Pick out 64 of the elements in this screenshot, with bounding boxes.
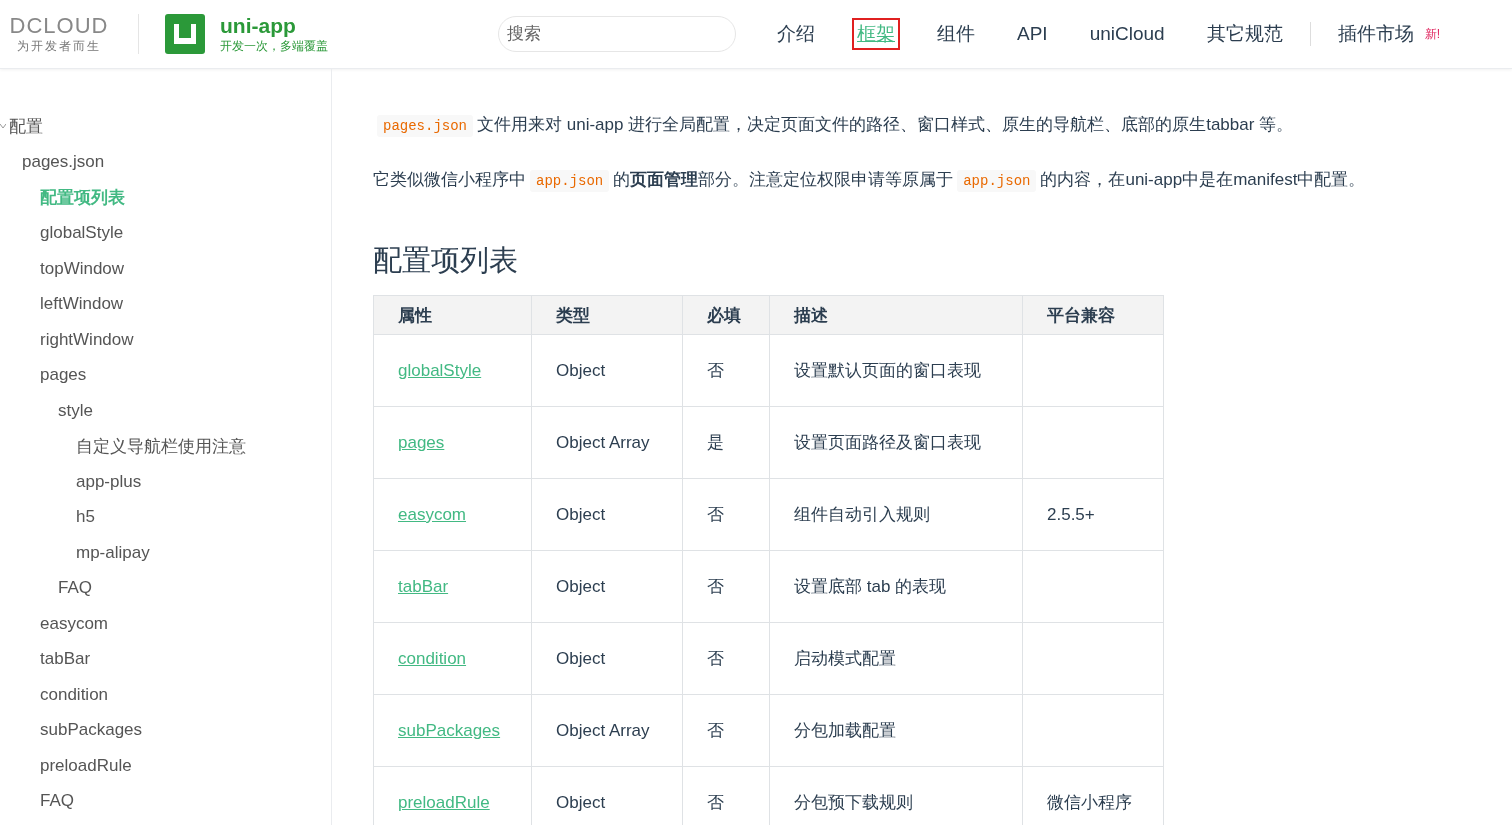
sidebar-item[interactable]: FAQ	[0, 570, 331, 606]
brand-tagline: 为开发者而生	[17, 37, 101, 55]
table-cell: 2.5.5+	[1022, 478, 1164, 551]
sidebar-item[interactable]: pages.json	[0, 144, 331, 180]
sidebar-item[interactable]: style	[0, 393, 331, 429]
nav-link[interactable]: 介绍	[772, 18, 820, 50]
paragraph-text: 它类似微信小程序中	[373, 170, 526, 189]
column-header: 描述	[769, 295, 1023, 335]
search-field[interactable]: 搜索	[498, 16, 736, 52]
table-cell: 否	[682, 334, 770, 407]
sidebar-item[interactable]: mp-alipay	[0, 535, 331, 571]
table-cell: 否	[682, 550, 770, 623]
product-logo-icon[interactable]	[165, 14, 205, 54]
column-header: 属性	[373, 295, 532, 335]
table-cell: Object	[531, 478, 683, 551]
paragraph-text: 文件用来对 uni-app 进行全局配置，决定页面文件的路径、窗口样式、原生的导航栏、底部的原生tabbar 等。	[477, 115, 1294, 134]
table-cell: 组件自动引入规则	[769, 478, 1023, 551]
nav-link[interactable]: uniCloud	[1084, 20, 1170, 48]
nav-link[interactable]: 插件市场	[1332, 18, 1419, 50]
sidebar-item[interactable]: globalStyle	[0, 215, 331, 251]
sidebar-item[interactable]: app-plus	[0, 464, 331, 500]
sidebar-item[interactable]: FAQ	[0, 783, 331, 819]
table-cell: 设置页面路径及窗口表现	[769, 406, 1023, 479]
inline-code: app.json	[957, 170, 1037, 192]
brand-logo[interactable]: DCLOUD	[9, 13, 109, 38]
table-cell: 设置底部 tab 的表现	[769, 550, 1023, 623]
product-tagline: 开发一次，多端覆盖	[220, 37, 328, 55]
inline-code: app.json	[530, 170, 610, 192]
paragraph-text: 的页面管理部分。注意定位权限申请等原属于	[613, 170, 954, 189]
table-cell: Object	[531, 550, 683, 623]
table-cell: Object	[531, 334, 683, 407]
nav-link[interactable]: 组件	[932, 18, 980, 50]
sidebar-item[interactable]: subPackages	[0, 712, 331, 748]
column-header: 类型	[531, 295, 683, 335]
table-cell: 是	[682, 406, 770, 479]
nav-link[interactable]: 其它规范	[1201, 18, 1288, 50]
table-cell: Object Array	[531, 694, 683, 767]
table-cell: Object Array	[531, 406, 683, 479]
table-cell: Object	[531, 622, 683, 695]
sidebar-item[interactable]: preloadRule	[0, 748, 331, 784]
sidebar-item[interactable]: 配置	[0, 109, 331, 145]
nav-link[interactable]: API	[1012, 20, 1053, 48]
table-cell: 设置默认页面的窗口表现	[769, 334, 1023, 407]
sidebar-item[interactable]: leftWindow	[0, 286, 331, 322]
table-cell: 否	[682, 478, 770, 551]
product-name[interactable]: uni-app	[220, 13, 328, 38]
table-cell: 启动模式配置	[769, 622, 1023, 695]
table-cell: 分包加载配置	[769, 694, 1023, 767]
sidebar-item[interactable]: rightWindow	[0, 322, 331, 358]
section-heading: 配置项列表	[373, 243, 519, 278]
new-label: 新!	[1424, 25, 1440, 43]
sidebar-item[interactable]: h5	[0, 499, 331, 535]
column-header: 必填	[682, 295, 770, 335]
sidebar-item[interactable]: pages	[0, 357, 331, 393]
sidebar-item[interactable]: 自定义导航栏使用注意	[0, 428, 331, 464]
column-header: 平台兼容	[1022, 295, 1164, 335]
paragraph-text: 的内容，在uni-app中是在manifest中配置。	[1040, 170, 1366, 189]
inline-code: pages.json	[377, 115, 473, 137]
table-cell: 否	[682, 694, 770, 767]
sidebar-item[interactable]: tabBar	[0, 641, 331, 677]
sidebar-item[interactable]: condition	[0, 677, 331, 713]
sidebar-item[interactable]: topWindow	[0, 251, 331, 287]
sidebar-item[interactable]: easycom	[0, 606, 331, 642]
table-cell: 否	[682, 622, 770, 695]
